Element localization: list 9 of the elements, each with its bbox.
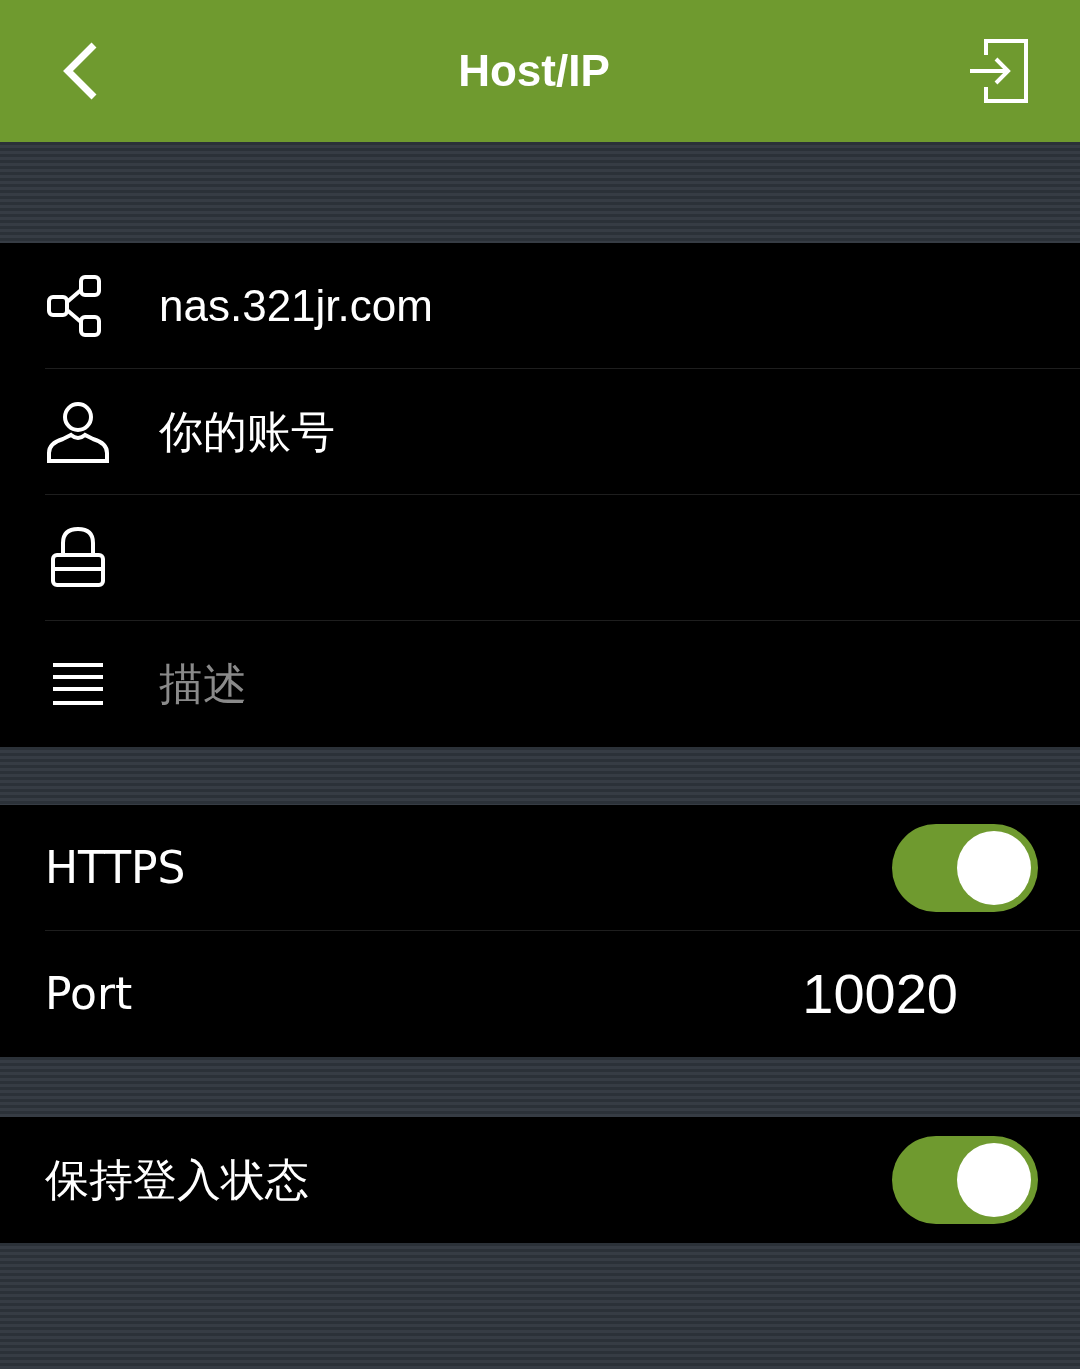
port-value: 10020 xyxy=(802,961,958,1027)
screen-title: Host/IP xyxy=(458,45,610,97)
setting-label: HTTPS xyxy=(45,840,186,895)
description-field[interactable]: 描述 xyxy=(159,651,859,717)
account-field[interactable]: 你的账号 xyxy=(159,398,859,465)
host-field[interactable]: nas.321jr.com xyxy=(159,272,859,339)
setting-label: Port xyxy=(45,967,133,1021)
setting-label: 保持登入状态 xyxy=(45,1153,309,1207)
login-button[interactable] xyxy=(968,37,1030,105)
